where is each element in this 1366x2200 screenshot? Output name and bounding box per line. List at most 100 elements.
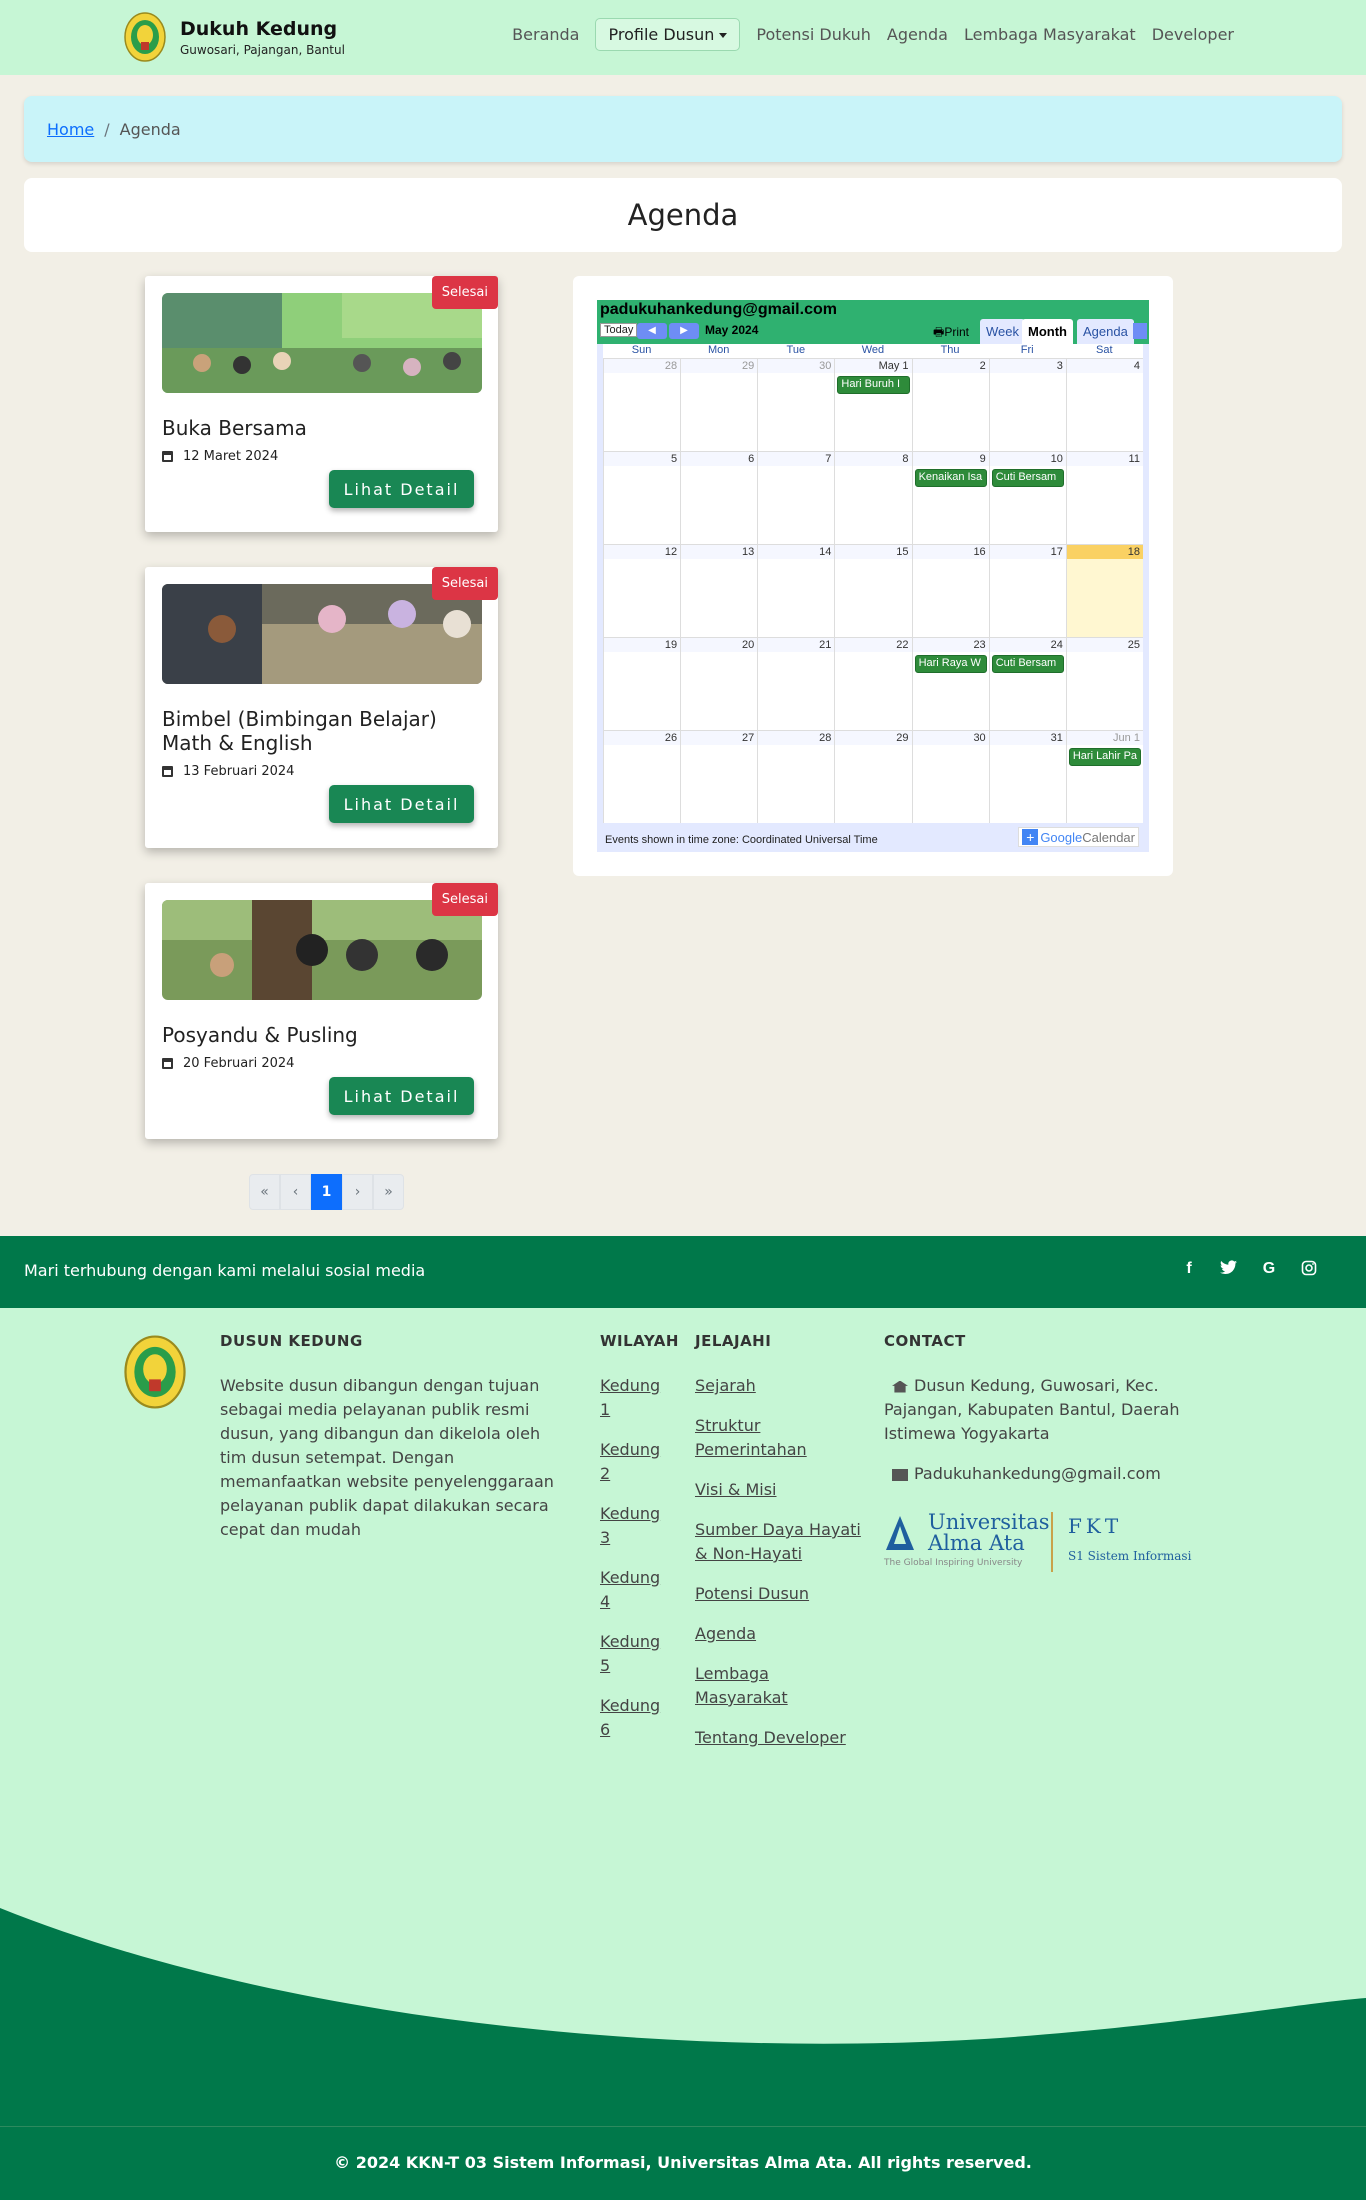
detail-button[interactable]: Lihat Detail [329, 785, 474, 823]
detail-button[interactable]: Lihat Detail [329, 1077, 474, 1115]
calendar-day-cell[interactable]: 12 [603, 544, 681, 637]
calendar-day-cell[interactable]: 31 [988, 730, 1066, 823]
calendar-day-cell[interactable]: 3 [988, 358, 1066, 451]
jelajahi-link-sejarah[interactable]: Sejarah [695, 1376, 756, 1395]
calendar-tab-month[interactable]: Month [1022, 319, 1073, 344]
calendar-tab-week[interactable]: Week [980, 319, 1025, 344]
calendar-day-cell[interactable]: 5 [603, 451, 681, 544]
wilayah-link-kedung-5[interactable]: Kedung 5 [600, 1632, 660, 1675]
jelajahi-link-developer[interactable]: Tentang Developer [695, 1728, 846, 1747]
page-prev-button[interactable]: ‹ [280, 1174, 311, 1210]
calendar-day-cell[interactable]: 29 [834, 730, 912, 823]
jelajahi-link-lembaga[interactable]: Lembaga Masyarakat [695, 1664, 788, 1707]
calendar-day-cell[interactable]: 20 [680, 637, 758, 730]
calendar-day-cell[interactable]: 26 [603, 730, 681, 823]
wilayah-link-kedung-1[interactable]: Kedung 1 [600, 1376, 660, 1419]
calendar-day-cell[interactable]: 4 [1065, 358, 1143, 451]
calendar-day-cell[interactable]: 6 [680, 451, 758, 544]
calendar-event[interactable]: Hari Lahir Pa [1068, 748, 1141, 766]
calendar-day-cell[interactable]: 15 [834, 544, 912, 637]
calendar-event[interactable]: Hari Buruh I [837, 376, 910, 394]
calendar-day-cell[interactable]: 30 [757, 358, 835, 451]
calendar-day-cell[interactable]: 10 Cuti Bersam [988, 451, 1066, 544]
jelajahi-link-potensi[interactable]: Potensi Dusun [695, 1584, 809, 1603]
calendar-prev-button[interactable]: ◀ [637, 323, 667, 339]
page-last-button[interactable]: » [373, 1174, 404, 1210]
nav-beranda[interactable]: Beranda [512, 19, 579, 50]
page-current-button[interactable]: 1 [311, 1174, 342, 1210]
calendar-day-cell[interactable]: 14 [757, 544, 835, 637]
calendar-day-cell-today[interactable]: 18 [1065, 544, 1143, 637]
calendar-event[interactable]: Cuti Bersam [991, 655, 1064, 673]
calendar-day-cell[interactable]: 2 [911, 358, 989, 451]
page-first-button[interactable]: « [249, 1174, 280, 1210]
wilayah-link-kedung-4[interactable]: Kedung 4 [600, 1568, 660, 1611]
calendar-day-number: 20 [742, 639, 755, 651]
nav-potensi-dukuh[interactable]: Potensi Dukuh [756, 19, 871, 50]
calendar-event[interactable]: Cuti Bersam [991, 469, 1064, 487]
brand-title: Dukuh Kedung [180, 18, 338, 40]
breadcrumb-home-link[interactable]: Home [47, 120, 94, 139]
calendar-day-cell[interactable]: 29 [680, 358, 758, 451]
footer: DUSUN KEDUNG Website dusun dibangun deng… [0, 1308, 1366, 2200]
calendar-day-cell[interactable]: 9 Kenaikan Isa [911, 451, 989, 544]
calendar-icon [162, 451, 173, 462]
calendar-day-cell[interactable]: 25 [1065, 637, 1143, 730]
calendar-day-cell[interactable]: 30 [911, 730, 989, 823]
footer-wilayah-list: Kedung 1 Kedung 2 Kedung 3 Kedung 4 Kedu… [600, 1374, 670, 1758]
instagram-icon[interactable] [1300, 1260, 1318, 1282]
nav-developer[interactable]: Developer [1152, 19, 1234, 50]
footer-address: Dusun Kedung, Guwosari, Kec. Pajangan, K… [884, 1374, 1214, 1446]
calendar-event[interactable]: Hari Raya W [914, 655, 987, 673]
facebook-icon[interactable]: f [1180, 1260, 1198, 1282]
jelajahi-link-visi-misi[interactable]: Visi & Misi [695, 1480, 777, 1499]
calendar-next-button[interactable]: ▶ [669, 323, 699, 339]
calendar-month-label[interactable]: May 2024 [705, 323, 758, 337]
wilayah-link-kedung-3[interactable]: Kedung 3 [600, 1504, 660, 1547]
calendar-print-button[interactable]: 🖶Print [933, 323, 969, 344]
brand[interactable]: Dukuh Kedung Guwosari, Pajangan, Bantul [124, 12, 345, 62]
brand-subtitle: Guwosari, Pajangan, Bantul [180, 43, 345, 57]
calendar-day-cell[interactable]: 13 [680, 544, 758, 637]
wilayah-link-kedung-2[interactable]: Kedung 2 [600, 1440, 660, 1483]
nav-lembaga-masyarakat[interactable]: Lembaga Masyarakat [964, 19, 1136, 50]
calendar-menu-dropdown-icon[interactable] [1133, 323, 1147, 339]
jelajahi-link-sumber-daya[interactable]: Sumber Daya Hayati & Non-Hayati [695, 1520, 861, 1563]
calendar-day-cell[interactable]: 8 [834, 451, 912, 544]
google-calendar-badge[interactable]: + Google Calendar [1018, 827, 1139, 847]
calendar-day-cell[interactable]: 7 [757, 451, 835, 544]
calendar-week-row: 19 20 21 22 23 Hari Raya W 24 Cuti Bersam 25 [603, 637, 1143, 730]
calendar-tab-agenda[interactable]: Agenda [1077, 319, 1134, 344]
page-next-button[interactable]: › [342, 1174, 373, 1210]
calendar-day-cell[interactable]: 23 Hari Raya W [911, 637, 989, 730]
calendar-day-cell[interactable]: 27 [680, 730, 758, 823]
calendar-day-cell[interactable]: 21 [757, 637, 835, 730]
calendar-day-cell[interactable]: 19 [603, 637, 681, 730]
calendar-day-cell[interactable]: 28 [757, 730, 835, 823]
jelajahi-link-struktur[interactable]: Struktur Pemerintahan [695, 1416, 807, 1459]
calendar-today-button[interactable]: Today [600, 323, 638, 337]
calendar-icon [162, 766, 173, 777]
calendar-day-number: 9 [979, 453, 986, 465]
twitter-icon[interactable] [1220, 1260, 1238, 1282]
jelajahi-link-agenda[interactable]: Agenda [695, 1624, 756, 1643]
calendar-day-cell[interactable]: 24 Cuti Bersam [988, 637, 1066, 730]
nav-agenda[interactable]: Agenda [887, 19, 948, 50]
calendar-day-cell[interactable]: 28 [603, 358, 681, 451]
detail-button[interactable]: Lihat Detail [329, 470, 474, 508]
google-icon[interactable]: G [1260, 1260, 1278, 1282]
calendar-day-cell[interactable]: May 1 Hari Buruh I [834, 358, 912, 451]
calendar-event[interactable]: Kenaikan Isa [914, 469, 987, 487]
nav-profile-dusun-dropdown[interactable]: Profile Dusun [595, 18, 741, 51]
calendar-day-header [604, 452, 681, 466]
calendar-day-cell[interactable]: 11 [1065, 451, 1143, 544]
calendar-day-number: 7 [825, 453, 832, 465]
calendar-day-cell[interactable]: 16 [911, 544, 989, 637]
calendar-day-cell[interactable]: 17 [988, 544, 1066, 637]
calendar-day-cell[interactable]: 22 [834, 637, 912, 730]
wilayah-link-kedung-6[interactable]: Kedung 6 [600, 1696, 660, 1739]
village-logo [124, 12, 166, 62]
calendar-day-cell[interactable]: Jun 1 Hari Lahir Pa [1065, 730, 1143, 823]
footer-about-text: Website dusun dibangun dengan tujuan seb… [220, 1376, 554, 1539]
footer-email: Padukuhankedung@gmail.com [884, 1462, 1214, 1486]
